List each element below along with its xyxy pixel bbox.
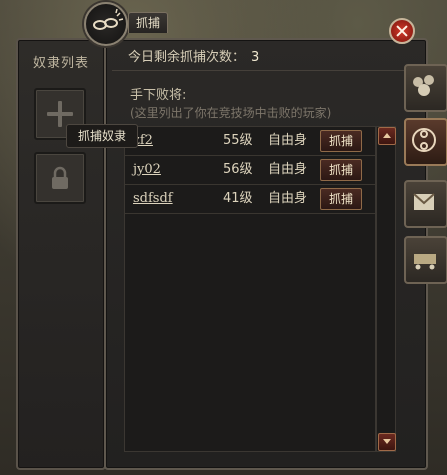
slave-list-title: 奴隶列表 bbox=[32, 56, 89, 71]
defeated-hint: (这里列出了你在竞技场中击败的玩家) bbox=[130, 106, 332, 120]
tooltip-capture-slave: 抓捕奴隶 bbox=[66, 124, 138, 148]
slave-list-panel: 奴隶列表 bbox=[16, 38, 106, 470]
player-level: 55级 bbox=[223, 133, 253, 148]
list-item: zf2 55级 自由身 抓捕 bbox=[125, 127, 375, 156]
player-status: 自由身 bbox=[268, 191, 308, 206]
close-icon[interactable] bbox=[389, 18, 415, 44]
mail-icon bbox=[413, 193, 435, 210]
list-item: jy02 56级 自由身 抓捕 bbox=[125, 156, 375, 185]
side-tab-group[interactable] bbox=[404, 64, 447, 112]
cart-icon bbox=[414, 254, 436, 270]
capture-button[interactable]: 抓捕 bbox=[320, 130, 362, 152]
capture-button[interactable]: 抓捕 bbox=[320, 159, 362, 181]
scroll-up-button[interactable] bbox=[378, 127, 396, 145]
list-item: sdfsdf 41级 自由身 抓捕 bbox=[125, 185, 375, 214]
scroll-down-button[interactable] bbox=[378, 433, 396, 451]
remaining-count: 3 bbox=[251, 50, 260, 65]
defeated-label: 手下败将: bbox=[130, 88, 187, 103]
lock-icon bbox=[52, 166, 68, 189]
player-level: 41级 bbox=[223, 191, 253, 206]
group-icon bbox=[413, 75, 434, 96]
locked-slave-slot bbox=[34, 152, 86, 204]
scroll-down-icon bbox=[383, 439, 391, 444]
chain-emblem bbox=[84, 2, 128, 46]
player-status: 自由身 bbox=[268, 162, 308, 177]
player-status: 自由身 bbox=[268, 133, 308, 148]
player-name-link[interactable]: sdfsdf bbox=[133, 185, 173, 213]
side-tab-cart[interactable] bbox=[404, 236, 447, 284]
remaining-label: 今日剩余抓捕次数： bbox=[128, 50, 246, 65]
scroll-up-icon bbox=[383, 133, 391, 138]
side-tab-mail[interactable] bbox=[404, 180, 447, 228]
capture-icon bbox=[412, 128, 436, 152]
player-level: 56级 bbox=[223, 162, 253, 177]
defeated-player-list: zf2 55级 自由身 抓捕 jy02 56级 自由身 抓捕 sdfsdf 41… bbox=[124, 126, 376, 452]
capture-panel: 今日剩余抓捕次数： 3 手下败将: (这里列出了你在竞技场中击败的玩家) zf2 … bbox=[104, 38, 428, 470]
player-name-link[interactable]: jy02 bbox=[133, 156, 161, 184]
capture-button[interactable]: 抓捕 bbox=[320, 188, 362, 210]
scrollbar[interactable] bbox=[376, 126, 396, 452]
side-tab-capture[interactable] bbox=[404, 118, 447, 166]
chain-icon bbox=[93, 8, 124, 30]
remaining-captures: 今日剩余抓捕次数： 3 bbox=[112, 44, 420, 71]
tab-capture[interactable]: 抓捕 bbox=[128, 12, 168, 33]
